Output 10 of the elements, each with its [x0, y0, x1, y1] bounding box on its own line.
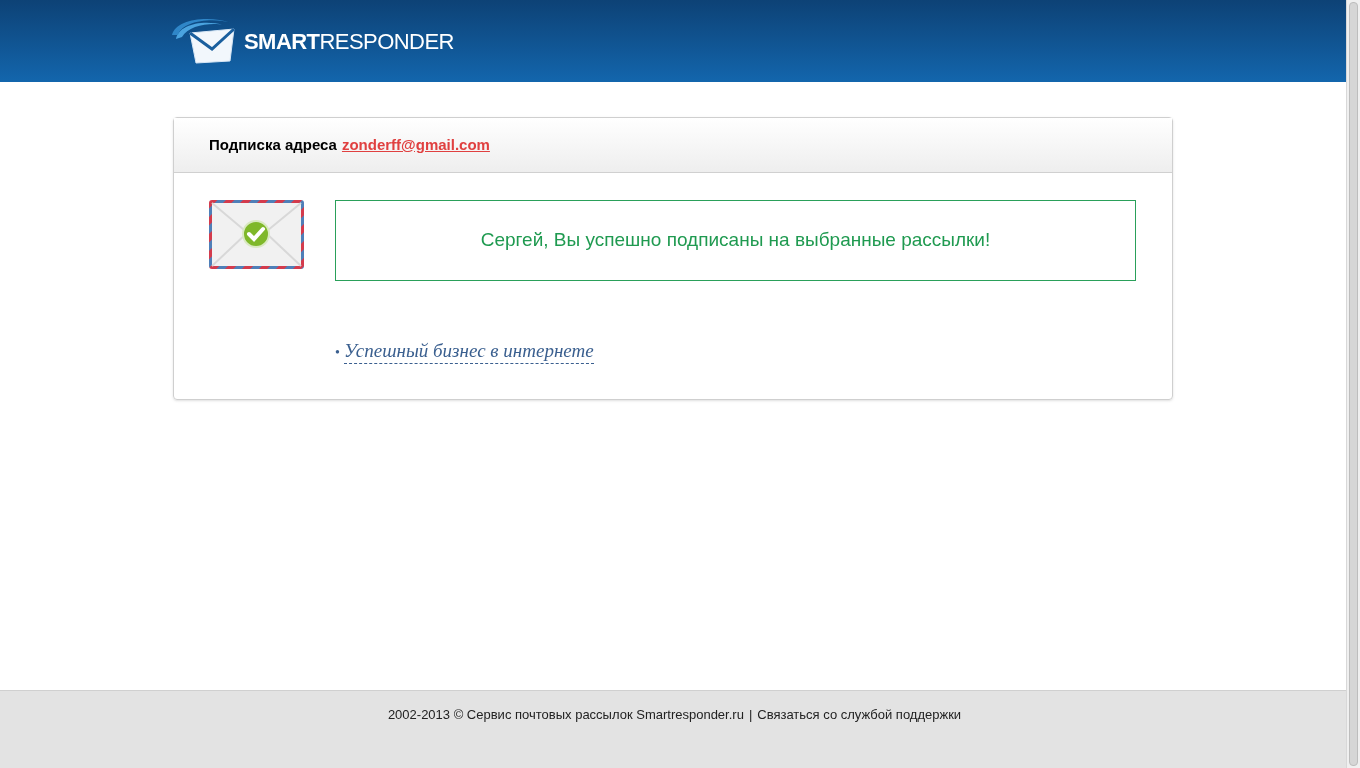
support-link[interactable]: Связаться со службой поддержки: [757, 705, 962, 768]
copyright-text: 2002-2013 © Сервис почтовых рассылок Smartresponder.ru: [387, 706, 744, 724]
email-link[interactable]: zonderff@gmail.com: [341, 133, 490, 157]
newsletter-link[interactable]: Успешный бизнес в интернете: [343, 339, 594, 364]
envelope-check-icon: [209, 200, 304, 269]
bullet: •: [335, 344, 340, 362]
success-message: Сергей, Вы успешно подписаны на выбранные рассылки!: [335, 200, 1136, 281]
card-title: Подписка адреса: [209, 134, 337, 155]
separator: |: [748, 706, 753, 724]
logo-wordmark[interactable]: SMARTRESPONDER: [244, 24, 454, 58]
